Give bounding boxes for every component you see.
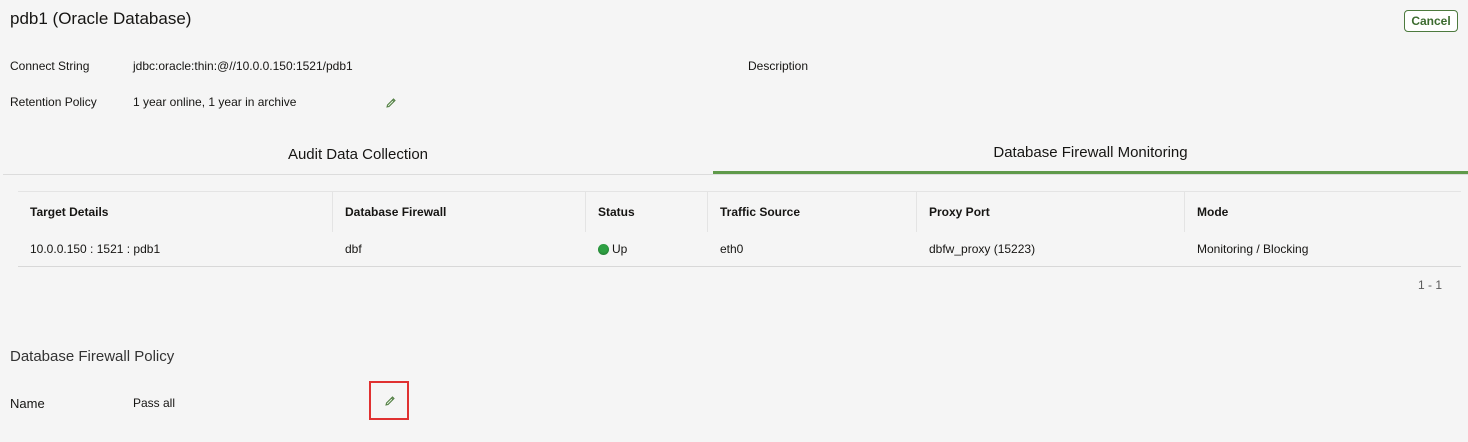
cell-status: Up [586, 232, 708, 266]
cell-mode: Monitoring / Blocking [1197, 242, 1309, 256]
table-header-row: Target Details Database Firewall Status … [18, 192, 1461, 232]
connect-string-value: jdbc:oracle:thin:@//10.0.0.150:1521/pdb1 [133, 59, 353, 73]
col-traffic-source[interactable]: Traffic Source [708, 192, 917, 232]
tab-audit-data-collection[interactable]: Audit Data Collection [3, 134, 713, 174]
tab-bar: Audit Data Collection Database Firewall … [3, 134, 1468, 175]
monitoring-table: Target Details Database Firewall Status … [18, 191, 1461, 267]
policy-section-title: Database Firewall Policy [10, 348, 175, 365]
col-database-firewall[interactable]: Database Firewall [333, 192, 586, 232]
status-text: Up [612, 242, 628, 256]
retention-policy-value: 1 year online, 1 year in archive [133, 95, 297, 109]
col-status[interactable]: Status [586, 192, 708, 232]
description-label: Description [748, 59, 809, 73]
policy-name-label: Name [10, 396, 45, 411]
table-row[interactable]: 10.0.0.150 : 1521 : pdb1 dbf Up eth0 dbf… [18, 232, 1461, 266]
pagination-range: 1 - 1 [1418, 278, 1443, 292]
page-title: pdb1 (Oracle Database) [10, 9, 192, 28]
cell-proxy-port: dbfw_proxy (15223) [929, 242, 1036, 256]
cell-target-details: 10.0.0.150 : 1521 : pdb1 [30, 242, 161, 256]
status-up-icon [598, 243, 609, 255]
policy-name-value: Pass all [133, 396, 176, 410]
edit-retention-pencil-icon[interactable] [384, 96, 398, 110]
cell-traffic-source: eth0 [720, 242, 744, 256]
tab-database-firewall-monitoring[interactable]: Database Firewall Monitoring [713, 134, 1468, 174]
cancel-button[interactable]: Cancel [1404, 10, 1458, 32]
col-mode[interactable]: Mode [1185, 192, 1461, 232]
col-proxy-port[interactable]: Proxy Port [917, 192, 1185, 232]
edit-policy-pencil-icon[interactable] [383, 394, 397, 408]
col-target-details[interactable]: Target Details [18, 192, 333, 232]
retention-policy-label: Retention Policy [10, 95, 97, 109]
cell-database-firewall: dbf [345, 242, 362, 256]
connect-string-label: Connect String [10, 59, 90, 73]
